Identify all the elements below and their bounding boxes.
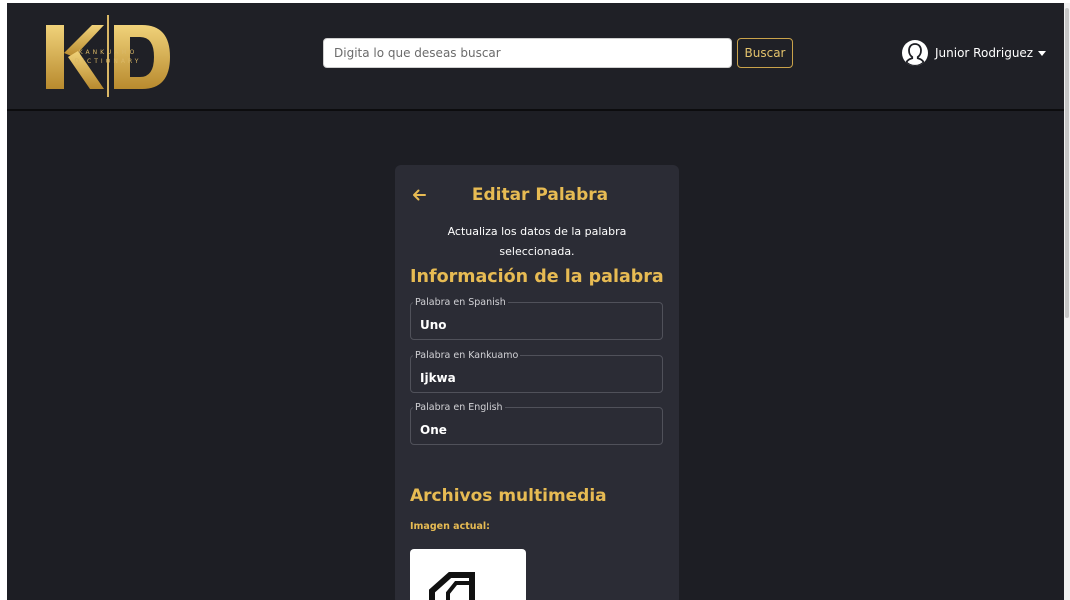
- spanish-word-input[interactable]: [420, 316, 656, 334]
- english-word-label: Palabra en English: [413, 402, 505, 413]
- page-title: Editar Palabra: [471, 185, 609, 205]
- search-input[interactable]: [323, 38, 732, 68]
- spanish-word-label: Palabra en Spanish: [413, 297, 508, 308]
- scrollbar-thumb[interactable]: [1065, 8, 1069, 318]
- edit-word-card: Editar Palabra Actualiza los datos de la…: [395, 165, 679, 600]
- spanish-word-field[interactable]: Palabra en Spanish: [410, 297, 663, 340]
- english-word-input[interactable]: [420, 421, 656, 439]
- app-window: KANKUAMO DICTIONARY Buscar Junior Rodrig…: [7, 3, 1064, 600]
- navbar: KANKUAMO DICTIONARY Buscar Junior Rodrig…: [7, 3, 1064, 111]
- kankuamo-word-input[interactable]: [420, 369, 656, 387]
- logo-line-1: KANKUAMO: [78, 49, 138, 56]
- caret-down-icon: [1038, 50, 1047, 56]
- logo[interactable]: KANKUAMO DICTIONARY: [38, 13, 178, 98]
- user-menu[interactable]: Junior Rodriguez: [902, 40, 1047, 66]
- current-image-label: Imagen actual:: [410, 521, 490, 532]
- page-scrollbar[interactable]: [1064, 3, 1070, 600]
- current-image-preview: [410, 549, 526, 600]
- search-button[interactable]: Buscar: [737, 38, 793, 68]
- media-section-title: Archivos multimedia: [410, 486, 607, 506]
- word-image-icon: [429, 572, 475, 600]
- word-info-section-title: Información de la palabra: [410, 267, 664, 287]
- kankuamo-word-label: Palabra en Kankuamo: [413, 350, 521, 361]
- user-avatar-icon: [902, 40, 928, 66]
- logo-line-2: DICTIONARY: [74, 58, 142, 65]
- user-name: Junior Rodriguez: [935, 46, 1034, 60]
- arrow-left-icon[interactable]: [409, 185, 429, 205]
- english-word-field[interactable]: Palabra en English: [410, 402, 663, 445]
- page-subtitle: Actualiza los datos de la palabra selecc…: [447, 225, 627, 258]
- kankuamo-word-field[interactable]: Palabra en Kankuamo: [410, 350, 663, 393]
